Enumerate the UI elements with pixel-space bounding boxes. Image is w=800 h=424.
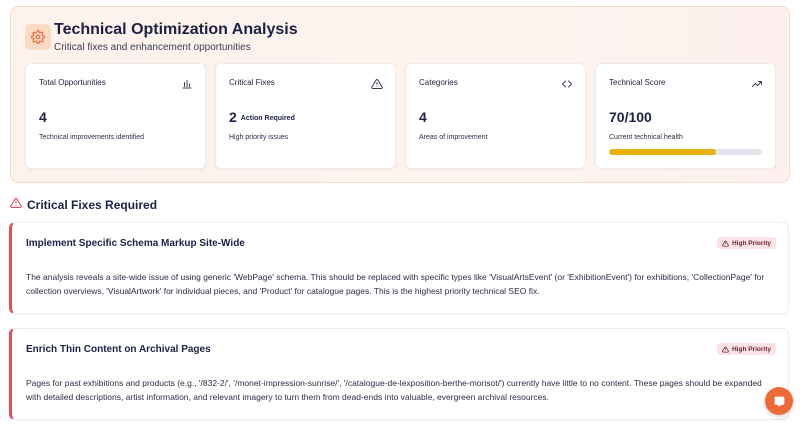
stat-card-technical-score: Technical Score 70/100 Current technical… (595, 63, 776, 169)
stat-card-title: Critical Fixes (229, 78, 275, 87)
warning-icon (722, 240, 729, 246)
critical-fixes-heading: Critical Fixes Required (10, 196, 157, 214)
code-icon (561, 77, 573, 89)
fix-title: Implement Specific Schema Markup Site-Wi… (26, 238, 245, 249)
trending-up-icon (751, 77, 763, 89)
critical-fix-card: Implement Specific Schema Markup Site-Wi… (9, 222, 789, 314)
warning-icon (371, 77, 383, 89)
fix-title: Enrich Thin Content on Archival Pages (26, 344, 211, 355)
score-progress-fill (609, 149, 717, 155)
warning-icon (722, 346, 729, 352)
stat-card-value: 4 (419, 109, 427, 125)
stat-card-value-row: 2 Action Required (229, 109, 295, 125)
stat-card-value: 2 (229, 109, 237, 125)
fix-description: Pages for past exhibitions and products … (26, 378, 762, 402)
priority-badge: High Priority (716, 343, 776, 355)
action-required-label: Action Required (240, 115, 295, 122)
fix-description: The analysis reveals a site-wide issue o… (26, 272, 765, 296)
analysis-header-panel: Technical Optimization Analysis Critical… (10, 6, 790, 183)
priority-badge-label: High Priority (731, 239, 771, 247)
critical-fix-card: Enrich Thin Content on Archival Pages Hi… (9, 328, 789, 420)
stat-card-description: Current technical health (609, 134, 683, 141)
stat-card-title: Categories (419, 78, 458, 87)
stat-card-value: 70/100 (609, 109, 652, 125)
stat-card-categories: Categories 4 Areas of improvement (405, 63, 586, 169)
stat-card-description: Areas of improvement (419, 134, 488, 141)
stat-card-description: Technical improvements identified (39, 134, 145, 141)
priority-badge: High Priority (716, 237, 776, 249)
stat-card-description: High priority issues (229, 134, 289, 141)
stat-card-title: Total Opportunities (39, 78, 106, 87)
gear-icon (25, 24, 51, 50)
chat-icon (774, 396, 784, 406)
section-title: Critical Fixes Required (27, 198, 158, 212)
priority-badge-label: High Priority (731, 345, 771, 353)
page-title: Technical Optimization Analysis (54, 21, 298, 38)
stat-card-total-opportunities: Total Opportunities 4 Technical improvem… (25, 63, 206, 169)
bar-chart-icon (181, 77, 193, 89)
stat-card-title: Technical Score (609, 78, 666, 87)
page-subtitle: Critical fixes and enhancement opportuni… (54, 42, 251, 53)
score-progress-bar (609, 149, 762, 155)
chat-button[interactable] (765, 387, 793, 415)
warning-icon (10, 196, 22, 214)
stat-card-value: 4 (39, 109, 47, 125)
stat-card-critical-fixes: Critical Fixes 2 Action Required High pri… (215, 63, 396, 169)
